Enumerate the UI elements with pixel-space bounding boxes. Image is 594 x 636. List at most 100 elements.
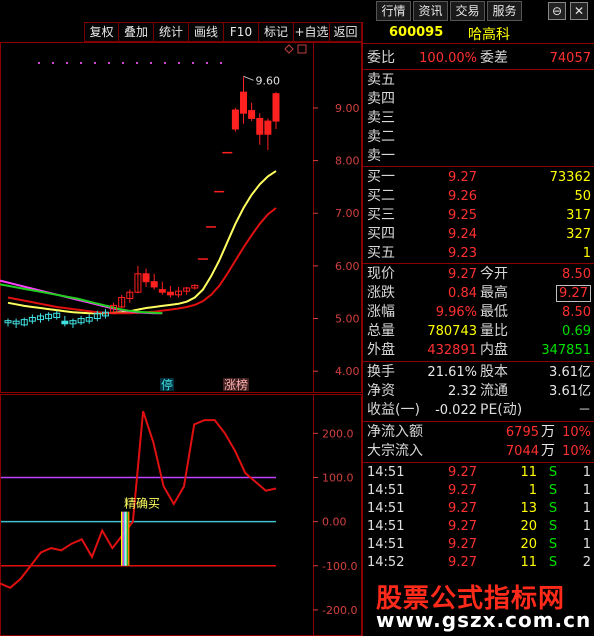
indicator-tick-label: 100.0 (322, 471, 354, 484)
marker-dot (192, 62, 194, 64)
marker-dot (150, 62, 152, 64)
candle-body (166, 291, 174, 296)
trade-time: 14:51 (367, 537, 405, 552)
candle-body (256, 117, 264, 135)
stop-signal-label: 停 (161, 377, 173, 392)
trade-time: 14:51 (367, 465, 405, 480)
buy-level-label: 买四 (367, 226, 395, 242)
buy-signal-bar (121, 511, 123, 566)
indicator-tick-label: 200.0 (322, 427, 354, 440)
webi-row: 委比 100.00% 委差 74057 (363, 49, 594, 68)
stat-label: 现价 (367, 266, 395, 282)
quote-panel: 600095 哈高科 委比 100.00% 委差 74057 卖五 卖四 卖三 卖二卖… (362, 22, 594, 636)
buy-price: 9.27 (448, 170, 477, 185)
buy-level-label: 买三 (367, 207, 395, 223)
diamond-icon[interactable] (284, 44, 294, 54)
stat-value: 9.27 (556, 285, 591, 302)
candle-body (158, 289, 166, 293)
mark-button[interactable]: 标记 (258, 22, 294, 42)
trade-row: 14:51 9.27 20 S 1 (363, 518, 594, 536)
fund-flow-row: 净流入额 6795 万 10% (363, 423, 594, 442)
buy-level-label: 买一 (367, 169, 395, 185)
buy-signal-bar (126, 511, 128, 566)
add-favorite-button[interactable]: +自选 (293, 22, 330, 42)
main-chart-frame (0, 42, 314, 393)
trade-row: 14:51 9.27 1 S 1 (363, 482, 594, 500)
sell-level-label: 卖五 (367, 72, 395, 88)
marker-dot (66, 62, 68, 64)
trade-time: 14:51 (367, 501, 405, 516)
stat-value: 9.96% (435, 305, 477, 320)
divider (363, 166, 594, 167)
divider (363, 69, 594, 70)
stat-value: 9.27 (448, 267, 477, 282)
limit-up-signal-label: 涨榜 (224, 377, 248, 392)
watermark-url: www.gszx.com.cn (376, 608, 592, 632)
candle-body (248, 110, 256, 119)
buy-row: 买三 9.25 317 (363, 206, 594, 225)
menu-news[interactable]: 资讯 (413, 1, 448, 21)
buy-level-label: 买二 (367, 188, 395, 204)
sell-row: 卖一 (363, 147, 594, 166)
buy-price: 9.26 (448, 189, 477, 204)
indicator-tick-label: -200.0 (322, 604, 357, 617)
indicator-frame (0, 394, 314, 636)
marker-dot (136, 62, 138, 64)
fundamental-label: 换手 (367, 364, 395, 380)
marker-dot (94, 62, 96, 64)
sell-row: 卖四 (363, 90, 594, 109)
fundamental-row: 换手 21.61% 股本 3.61亿 (363, 363, 594, 382)
menu-service[interactable]: 服务 (487, 1, 522, 21)
stat-label: 总量 (367, 323, 395, 339)
marker-dot (206, 62, 208, 64)
marker-dot (164, 62, 166, 64)
trade-side: S (548, 537, 558, 552)
trade-time: 14:51 (367, 483, 405, 498)
trade-row: 14:51 9.27 13 S 1 (363, 500, 594, 518)
stock-code: 600095 (389, 25, 444, 40)
webi-label: 委比 (367, 50, 395, 66)
flow-percent: 10% (562, 444, 591, 459)
stat-value: 8.50 (562, 305, 591, 320)
candles (4, 76, 280, 329)
buy-signal-bar (123, 511, 126, 566)
buy-volume: 327 (566, 227, 591, 242)
price-axis-ticks: 9.00 8.00 7.00 6.00 5.00 4.00 (313, 102, 360, 378)
restore-rights-button[interactable]: 复权 (84, 22, 119, 42)
marker-dot (220, 62, 222, 64)
kline-chart[interactable]: 9.00 8.00 7.00 6.00 5.00 4.00 9.60 停 涨榜 200.0 10… (0, 42, 362, 636)
flow-label: 大宗流入 (367, 443, 423, 459)
sell-row: 卖三 (363, 109, 594, 128)
trade-count: 1 (582, 465, 591, 480)
menu-quotes[interactable]: 行情 (376, 1, 411, 21)
top-marker-dots (38, 62, 222, 64)
fundamental-value: -0.022 (435, 403, 477, 418)
buy-price: 9.24 (448, 227, 477, 242)
trade-price: 9.27 (448, 465, 477, 480)
square-icon[interactable] (297, 44, 307, 54)
fundamental-value: － (577, 403, 591, 418)
menu-trade[interactable]: 交易 (450, 1, 485, 21)
flow-percent: 10% (562, 425, 591, 440)
sell-level-label: 卖二 (367, 129, 395, 145)
close-window-icon[interactable]: ✕ (570, 2, 588, 20)
stat-label: 外盘 (367, 342, 395, 358)
draw-line-button[interactable]: 画线 (188, 22, 224, 42)
buy-row: 买五 9.23 1 (363, 244, 594, 263)
trade-count: 1 (582, 501, 591, 516)
buy-row: 买一 9.27 73362 (363, 168, 594, 187)
f10-button[interactable]: F10 (223, 22, 259, 42)
candle-body (240, 91, 248, 114)
statistics-button[interactable]: 统计 (153, 22, 189, 42)
buy-volume: 73362 (549, 170, 591, 185)
sell-row: 卖五 (363, 71, 594, 90)
trade-price: 9.27 (448, 501, 477, 516)
high-marker-label: 9.60 (256, 74, 280, 87)
restore-window-icon[interactable]: ⊖ (548, 2, 566, 20)
overlay-button[interactable]: 叠加 (118, 22, 154, 42)
back-button[interactable]: 返回 (329, 22, 362, 42)
indicator-axis-ticks: 200.0 100.0 0.00 -100.0 -200.0 (313, 427, 357, 617)
trade-count: 1 (582, 519, 591, 534)
trade-side: S (548, 519, 558, 534)
candle-body (264, 120, 272, 135)
